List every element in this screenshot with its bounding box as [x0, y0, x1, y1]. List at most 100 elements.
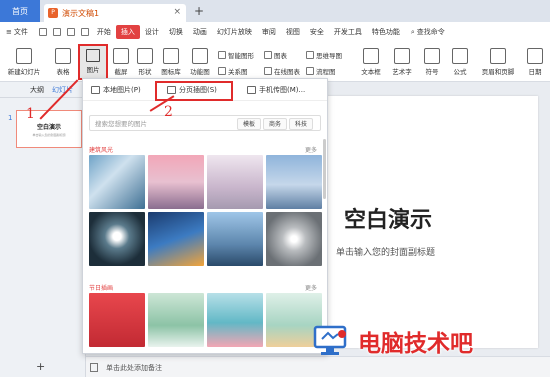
online-chart-button[interactable]: 在线图表	[264, 66, 300, 76]
monitor-logo-icon	[313, 325, 347, 355]
chart-button[interactable]: 图表	[264, 50, 287, 60]
architecture-grid	[89, 155, 322, 266]
menu-view[interactable]: 视图	[281, 25, 305, 39]
thumb-image[interactable]	[266, 212, 322, 266]
search-icon: ⌕	[410, 27, 415, 36]
date-button[interactable]: 日期	[522, 48, 548, 76]
online-chart-icon	[264, 67, 272, 75]
watermark-text: 电脑技术吧	[358, 331, 473, 357]
menu-animation[interactable]: 动画	[188, 25, 212, 39]
smart-graphic-label: 智能图形	[228, 52, 254, 60]
home-tab[interactable]: 首页	[0, 0, 40, 22]
menu-slideshow[interactable]: 幻灯片放映	[212, 25, 257, 39]
icon-library-icon	[163, 48, 179, 64]
title-bar: 首页 P 演示文稿1 × +	[0, 0, 550, 22]
shape-button[interactable]: 形状	[134, 48, 156, 76]
chart-label: 图表	[274, 52, 287, 60]
flowchart-label: 流程图	[316, 68, 336, 76]
icon-library-label: 图标库	[161, 68, 181, 76]
local-picture-icon	[91, 86, 100, 94]
thumb-image[interactable]	[207, 293, 263, 347]
textbox-icon	[363, 48, 379, 64]
flowchart-icon	[306, 67, 314, 75]
slide-number: 1	[8, 114, 13, 122]
new-slide-label: 新建幻灯片	[7, 68, 41, 76]
redo-icon[interactable]	[80, 28, 89, 36]
new-tab-button[interactable]: +	[194, 4, 204, 18]
tab-outline[interactable]: 大纲	[30, 85, 44, 95]
local-picture-label: 本地图片(P)	[103, 86, 141, 94]
header-footer-button[interactable]: 页眉和页脚	[478, 48, 518, 76]
thumb-image[interactable]	[89, 212, 145, 266]
scissors-icon	[113, 48, 129, 64]
relation-chart-icon	[218, 67, 226, 75]
step-one-marker: 1	[26, 106, 35, 122]
menu-design[interactable]: 设计	[140, 25, 164, 39]
thumb-image[interactable]	[89, 293, 145, 347]
print-icon[interactable]	[52, 28, 61, 36]
flowchart-button[interactable]: 流程图	[306, 66, 336, 76]
calendar-icon	[527, 48, 543, 64]
thumb-image[interactable]	[89, 155, 145, 209]
notes-placeholder[interactable]: 单击此处添加备注	[106, 363, 162, 373]
shape-label: 形状	[138, 68, 152, 76]
pi-icon	[452, 48, 468, 64]
slide-title[interactable]: 空白演示	[344, 202, 432, 234]
document-tab[interactable]: P 演示文稿1 ×	[44, 4, 186, 22]
relation-chart-label: 关系图	[228, 68, 248, 76]
local-picture-tab[interactable]: 本地图片(P)	[91, 85, 141, 95]
add-slide-button[interactable]: +	[36, 360, 45, 373]
art-text-button[interactable]: 艺术字	[388, 48, 416, 76]
table-button[interactable]: 表格	[52, 48, 74, 76]
textbox-button[interactable]: 文本框	[358, 48, 384, 76]
symbol-button[interactable]: 符号	[420, 48, 444, 76]
phone-upload-tab[interactable]: 手机传图(M)...	[247, 85, 305, 95]
ribbon-toolbar: 新建幻灯片 表格 图片 截屏 形状 图标库 功能图 智能图形 关系图 图表 在线…	[0, 42, 550, 82]
thumb-image[interactable]	[207, 212, 263, 266]
smart-graphic-button[interactable]: 智能图形	[218, 50, 254, 60]
menu-developer[interactable]: 开发工具	[329, 25, 367, 39]
slide-subtitle[interactable]: 单击输入您的封面副标题	[336, 245, 435, 258]
more-link[interactable]: 更多	[305, 283, 317, 292]
scrollbar[interactable]	[323, 139, 326, 199]
keyword-business[interactable]: 商务	[263, 118, 288, 130]
function-chart-button[interactable]: 功能图	[186, 48, 214, 76]
picture-button[interactable]: 图片	[78, 44, 108, 80]
thumb-image[interactable]	[148, 212, 204, 266]
menu-security[interactable]: 安全	[305, 25, 329, 39]
thumbnail-subtitle: 单击输入您的封面副标题	[32, 132, 66, 137]
watermark: 电脑技术吧	[312, 324, 473, 358]
file-menu[interactable]: ≡ 文件	[6, 27, 28, 37]
art-text-icon	[394, 48, 410, 64]
function-chart-label: 功能图	[190, 68, 210, 76]
command-search[interactable]: ⌕ 查找命令	[411, 27, 445, 37]
close-icon[interactable]: ×	[173, 7, 181, 17]
menu-transition[interactable]: 切换	[164, 25, 188, 39]
file-menu-label: 文件	[13, 28, 28, 36]
table-icon	[55, 48, 71, 64]
undo-icon[interactable]	[66, 28, 75, 36]
online-chart-label: 在线图表	[274, 68, 300, 76]
relation-chart-button[interactable]: 关系图	[218, 66, 248, 76]
menu-features[interactable]: 特色功能	[367, 25, 405, 39]
menu-review[interactable]: 审阅	[257, 25, 281, 39]
thumb-image[interactable]	[266, 155, 322, 209]
new-slide-button[interactable]: 新建幻灯片	[4, 48, 44, 76]
header-footer-label: 页眉和页脚	[481, 68, 515, 76]
icon-library-button[interactable]: 图标库	[158, 48, 184, 76]
thumb-image[interactable]	[207, 155, 263, 209]
save-icon[interactable]	[38, 28, 47, 36]
keyword-template[interactable]: 模板	[237, 118, 262, 130]
thumb-image[interactable]	[148, 293, 204, 347]
menu-insert[interactable]: 插入	[115, 25, 140, 39]
thumb-image[interactable]	[148, 155, 204, 209]
keyword-tech[interactable]: 科技	[289, 118, 314, 130]
more-link[interactable]: 更多	[305, 145, 317, 154]
mind-map-button[interactable]: 思维导图	[306, 50, 342, 60]
screenshot-button[interactable]: 截屏	[110, 48, 132, 76]
notes-bar: 单击此处添加备注	[86, 356, 550, 377]
mind-map-icon	[306, 51, 314, 59]
formula-button[interactable]: 公式	[448, 48, 472, 76]
omega-icon	[424, 48, 440, 64]
menu-start[interactable]: 开始	[92, 25, 116, 39]
